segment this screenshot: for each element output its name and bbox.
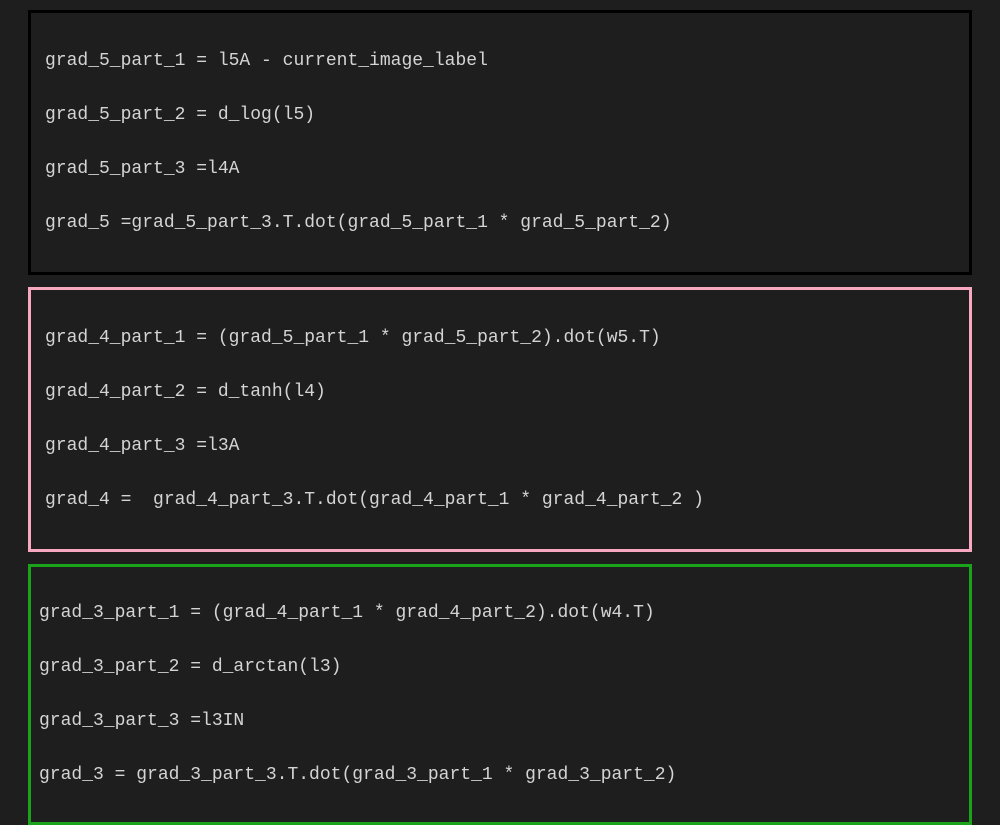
code-line: grad_3 = grad_3_part_3.T.dot(grad_3_part… bbox=[39, 762, 961, 789]
code-line: grad_3_part_2 = d_arctan(l3) bbox=[39, 654, 961, 681]
code-block-grad4: grad_4_part_1 = (grad_5_part_1 * grad_5_… bbox=[28, 287, 972, 552]
code-line: grad_5_part_1 = l5A - current_image_labe… bbox=[45, 48, 955, 75]
code-line: grad_3_part_1 = (grad_4_part_1 * grad_4_… bbox=[39, 600, 961, 627]
code-line: grad_3_part_3 =l3IN bbox=[39, 708, 961, 735]
code-line: grad_4_part_2 = d_tanh(l4) bbox=[45, 379, 955, 406]
code-line: grad_4_part_1 = (grad_5_part_1 * grad_5_… bbox=[45, 325, 955, 352]
code-block-grad3: grad_3_part_1 = (grad_4_part_1 * grad_4_… bbox=[28, 564, 972, 825]
code-line: grad_5 =grad_5_part_3.T.dot(grad_5_part_… bbox=[45, 210, 955, 237]
code-block-grad5: grad_5_part_1 = l5A - current_image_labe… bbox=[28, 10, 972, 275]
code-line: grad_4_part_3 =l3A bbox=[45, 433, 955, 460]
code-line: grad_4 = grad_4_part_3.T.dot(grad_4_part… bbox=[45, 487, 955, 514]
code-line: grad_5_part_3 =l4A bbox=[45, 156, 955, 183]
code-line: grad_5_part_2 = d_log(l5) bbox=[45, 102, 955, 129]
